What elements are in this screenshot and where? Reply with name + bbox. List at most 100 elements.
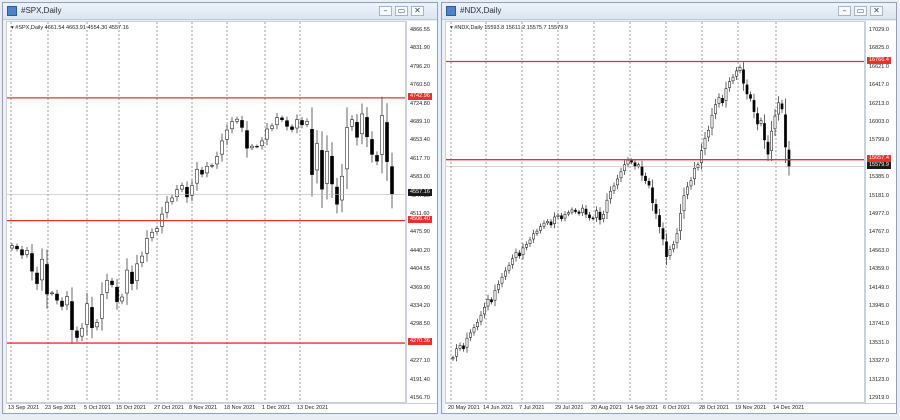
candle	[245, 130, 249, 149]
candle	[693, 168, 696, 180]
candle	[700, 150, 703, 163]
candle	[724, 88, 728, 101]
candle	[335, 186, 339, 205]
maximize-button[interactable]: ▭	[854, 6, 867, 16]
candle	[668, 249, 672, 256]
level-price-label: 4506.40	[408, 215, 432, 223]
candle	[584, 208, 588, 215]
candle	[115, 286, 119, 302]
candle	[616, 178, 619, 186]
candle	[490, 299, 493, 303]
candle	[270, 125, 274, 129]
y-tick-label: 4866.55	[410, 27, 430, 33]
y-tick-label: 4689.10	[410, 119, 430, 125]
candle	[581, 207, 584, 213]
candle	[265, 128, 269, 140]
y-tick-label: 4334.20	[410, 303, 430, 309]
close-button[interactable]: ✕	[411, 6, 424, 16]
candle	[546, 221, 549, 224]
candle	[763, 123, 766, 141]
candle	[375, 155, 379, 162]
y-tick-label: 4369.90	[410, 284, 430, 291]
candle	[10, 245, 14, 249]
y-tick-label: 4831.90	[410, 45, 430, 52]
candle	[553, 216, 556, 224]
price-axis[interactable]: 4866.55 4831.90 4796.20 4760.50 4724.80 4689.…	[406, 21, 437, 403]
date-axis[interactable]: 20 May 2021 14 Jun 2021 7 Jul 2021 29 Jul 2…	[445, 403, 896, 413]
candle	[180, 185, 184, 190]
candle	[647, 181, 651, 186]
y-tick-label: 15385.0	[869, 174, 889, 181]
candle	[591, 217, 595, 220]
candle	[675, 233, 679, 244]
date-axis[interactable]: 13 Sep 2021 23 Sep 2021 5 Oct 2021 15 Oct 2…	[6, 403, 437, 413]
y-tick-label: 4796.20	[410, 63, 430, 70]
y-tick-label: 16621.0	[869, 63, 889, 70]
candle	[787, 149, 791, 167]
y-tick-label: 14767.0	[869, 229, 889, 236]
y-tick-label: 4583.00	[410, 174, 430, 181]
candle	[759, 120, 763, 124]
candle	[532, 233, 535, 240]
price-chart-area[interactable]: ▾ #SPX,Daily 4661.54 4663.91 4554.30 455…	[6, 21, 406, 403]
candle	[275, 117, 279, 125]
titlebar[interactable]: #SPX,Daily – ▭ ✕	[3, 3, 437, 20]
candle	[486, 299, 490, 307]
candle	[360, 113, 364, 135]
y-tick-label: 4440.20	[410, 247, 430, 254]
candle	[345, 127, 349, 170]
candle	[560, 215, 563, 219]
titlebar[interactable]: #NDX,Daily – ▭ ✕	[442, 3, 896, 20]
spx-chart-window[interactable]: #SPX,Daily – ▭ ✕ ▾ #SPX,Daily 4661.54 46…	[2, 2, 438, 414]
candle	[749, 94, 752, 99]
candle	[225, 129, 229, 140]
candlestick-chart	[446, 22, 864, 402]
candle	[623, 164, 626, 172]
x-tick-label: 14 Sep 2021	[627, 405, 659, 411]
minimize-button[interactable]: –	[379, 6, 392, 16]
candle	[295, 119, 299, 129]
candle	[630, 160, 633, 163]
candle	[528, 239, 532, 244]
x-tick-label: 1 Dec 2021	[262, 405, 291, 411]
price-chart-area[interactable]: ▾ #NDX,Daily 15593.8 15611.2 15575.7 155…	[445, 21, 865, 403]
y-tick-label: 15181.0	[869, 192, 889, 199]
candle	[462, 345, 465, 350]
y-tick-label: 14359.0	[869, 266, 889, 273]
candle	[493, 290, 497, 301]
candle	[75, 330, 79, 338]
candle	[125, 269, 129, 294]
candle	[735, 70, 738, 77]
candle	[190, 185, 194, 196]
candle	[220, 140, 224, 155]
ndx-chart-window[interactable]: #NDX,Daily – ▭ ✕ ▾ #NDX,Daily 15593.8 15…	[441, 2, 897, 414]
candle	[679, 213, 682, 231]
y-tick-label: 4298.50	[410, 321, 430, 328]
y-tick-label: 4475.90	[410, 229, 430, 236]
y-tick-label: 13327.0	[869, 358, 889, 365]
y-tick-label: 16417.0	[869, 82, 889, 89]
candle	[455, 348, 458, 357]
candle	[707, 129, 710, 138]
price-axis[interactable]: 17029.0 16825.0 16621.0 16417.0 16213.0 16003…	[865, 21, 896, 403]
close-button[interactable]: ✕	[870, 6, 883, 16]
candle	[661, 228, 665, 240]
y-tick-label: 13531.0	[869, 339, 889, 346]
y-tick-label: 4227.10	[410, 358, 430, 365]
minimize-button[interactable]: –	[838, 6, 851, 16]
candle	[185, 187, 189, 198]
candle	[55, 293, 59, 301]
maximize-button[interactable]: ▭	[395, 6, 408, 16]
candle	[250, 145, 254, 149]
candle	[25, 250, 29, 255]
candle	[577, 211, 581, 214]
candle	[567, 212, 570, 215]
candle	[738, 67, 742, 71]
candle	[525, 244, 528, 248]
candle	[731, 76, 735, 82]
candle	[542, 222, 546, 227]
candlestick-chart	[7, 22, 405, 402]
candle	[469, 332, 472, 338]
candle	[574, 209, 577, 212]
candle	[255, 145, 259, 148]
